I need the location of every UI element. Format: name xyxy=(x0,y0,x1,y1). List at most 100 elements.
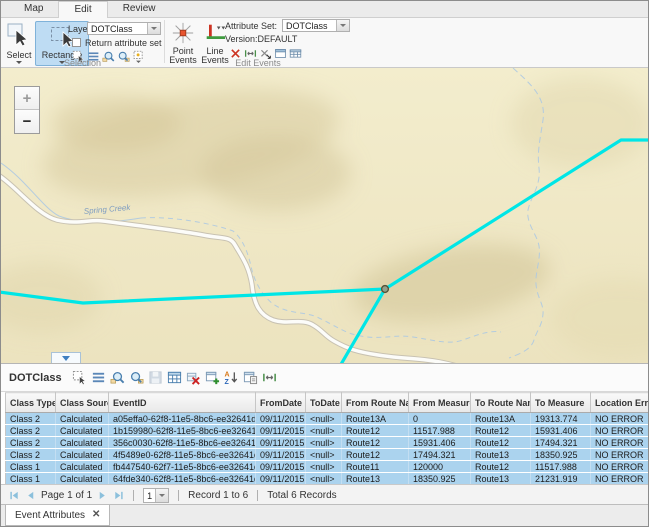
table-cell[interactable]: 11517.988 xyxy=(531,461,591,473)
table-cell[interactable]: Route12 xyxy=(471,461,531,473)
table-cell[interactable]: 09/11/2015 xyxy=(256,437,306,449)
next-page-button[interactable] xyxy=(97,490,108,501)
column-header[interactable]: FromDate xyxy=(256,393,306,413)
table-cell[interactable]: 356c0030-62f8-11e5-8bc6-ee32641d5ec9 xyxy=(109,437,256,449)
measure-records-icon[interactable] xyxy=(262,370,277,385)
table-cell[interactable]: 21231.919 xyxy=(531,473,591,485)
table-cell[interactable]: NO ERROR xyxy=(591,425,649,437)
table-cell[interactable]: 15931.406 xyxy=(409,437,471,449)
table-cell[interactable]: 18350.925 xyxy=(531,449,591,461)
column-header[interactable]: EventID xyxy=(109,393,256,413)
table-cell[interactable]: 17494.321 xyxy=(409,449,471,461)
table-cell[interactable]: 15931.406 xyxy=(531,425,591,437)
table-cell[interactable]: Route12 xyxy=(342,449,409,461)
table-cell[interactable]: Route12 xyxy=(471,425,531,437)
table-cell[interactable]: NO ERROR xyxy=(591,461,649,473)
table-cell[interactable]: Route13 xyxy=(471,449,531,461)
table-cell[interactable]: Class 2 xyxy=(6,413,56,425)
table-cell[interactable]: Calculated xyxy=(56,437,109,449)
close-tab-icon[interactable]: ✕ xyxy=(92,510,100,520)
route-junction-marker[interactable] xyxy=(382,286,389,293)
table-cell[interactable]: 120000 xyxy=(409,461,471,473)
table-cell[interactable]: Route13 xyxy=(342,473,409,485)
table-cell[interactable]: <null> xyxy=(306,473,342,485)
table-cell[interactable]: a05effa0-62f8-11e5-8bc6-ee32641d5ec9 xyxy=(109,413,256,425)
column-header[interactable]: From Route Name xyxy=(342,393,409,413)
previous-page-button[interactable] xyxy=(25,490,36,501)
table-cell[interactable]: Calculated xyxy=(56,425,109,437)
append-records-icon[interactable] xyxy=(205,370,220,385)
table-row[interactable]: Class 2Calculated356c0030-62f8-11e5-8bc6… xyxy=(6,437,649,449)
table-cell[interactable]: 18350.925 xyxy=(409,473,471,485)
table-cell[interactable]: Class 1 xyxy=(6,461,56,473)
column-header[interactable]: Class Type xyxy=(6,393,56,413)
table-cell[interactable]: 09/11/2015 xyxy=(256,413,306,425)
return-attribute-set-checkbox[interactable] xyxy=(72,38,81,47)
table-cell[interactable]: Route11 xyxy=(342,461,409,473)
column-header[interactable]: ToDate xyxy=(306,393,342,413)
table-cell[interactable]: Calculated xyxy=(56,461,109,473)
attribute-set-combobox-arrow-icon[interactable] xyxy=(336,20,349,31)
table-row[interactable]: Class 2Calculateda05effa0-62f8-11e5-8bc6… xyxy=(6,413,649,425)
last-page-button[interactable] xyxy=(113,490,124,501)
page-number-arrow-icon[interactable] xyxy=(155,489,168,502)
sort-records-icon[interactable]: AZ xyxy=(224,370,239,385)
first-page-button[interactable] xyxy=(9,490,20,501)
page-number-dropdown[interactable]: 1 xyxy=(143,488,169,503)
open-table-icon[interactable] xyxy=(167,370,182,385)
table-cell[interactable]: <null> xyxy=(306,461,342,473)
table-cell[interactable]: NO ERROR xyxy=(591,473,649,485)
table-cell[interactable]: <null> xyxy=(306,449,342,461)
column-header[interactable]: Class Source xyxy=(56,393,109,413)
selection-list-icon[interactable] xyxy=(91,370,106,385)
table-cell[interactable]: Class 2 xyxy=(6,425,56,437)
table-row[interactable]: Class 2Calculated1b159980-62f8-11e5-8bc6… xyxy=(6,425,649,437)
attribute-set-combobox[interactable]: DOTClass xyxy=(282,19,350,32)
table-cell[interactable]: 19313.774 xyxy=(531,413,591,425)
table-cell[interactable]: NO ERROR xyxy=(591,449,649,461)
table-cell[interactable]: Class 2 xyxy=(6,437,56,449)
table-cell[interactable]: Route12 xyxy=(342,425,409,437)
table-cell[interactable]: Calculated xyxy=(56,413,109,425)
panel-collapse-button[interactable] xyxy=(51,352,81,363)
layer-combobox[interactable]: DOTClass xyxy=(87,22,161,35)
zoom-in-button[interactable]: + xyxy=(15,87,39,110)
table-options-icon[interactable] xyxy=(243,370,258,385)
select-records-icon[interactable] xyxy=(72,370,87,385)
table-cell[interactable]: 17494.321 xyxy=(531,437,591,449)
tab-map[interactable]: Map xyxy=(9,1,58,17)
delete-records-icon[interactable] xyxy=(186,370,201,385)
table-cell[interactable]: 09/11/2015 xyxy=(256,461,306,473)
table-cell[interactable]: Route13A xyxy=(342,413,409,425)
table-cell[interactable]: 0 xyxy=(409,413,471,425)
tab-edit[interactable]: Edit xyxy=(58,1,107,18)
pan-to-selection-icon[interactable] xyxy=(129,370,144,385)
table-cell[interactable]: Route13A xyxy=(471,413,531,425)
table-cell[interactable]: 09/11/2015 xyxy=(256,425,306,437)
table-row[interactable]: Class 1Calculatedfb447540-62f7-11e5-8bc6… xyxy=(6,461,649,473)
table-row[interactable]: Class 1Calculated64fde340-62f8-11e5-8bc6… xyxy=(6,473,649,485)
zoom-to-selection-icon[interactable] xyxy=(110,370,125,385)
column-header[interactable]: Location Error xyxy=(591,393,649,413)
table-cell[interactable]: <null> xyxy=(306,413,342,425)
table-row[interactable]: Class 2Calculated4f5489e0-62f8-11e5-8bc6… xyxy=(6,449,649,461)
layer-combobox-arrow-icon[interactable] xyxy=(147,23,160,34)
table-cell[interactable]: 09/11/2015 xyxy=(256,473,306,485)
column-header[interactable]: To Route Name xyxy=(471,393,531,413)
table-cell[interactable]: fb447540-62f7-11e5-8bc6-ee32641d5ec9 xyxy=(109,461,256,473)
zoom-out-button[interactable]: − xyxy=(15,110,39,133)
column-header[interactable]: To Measure xyxy=(531,393,591,413)
table-cell[interactable]: NO ERROR xyxy=(591,437,649,449)
column-header[interactable]: From Measure xyxy=(409,393,471,413)
table-cell[interactable]: Route12 xyxy=(471,437,531,449)
table-cell[interactable]: 1b159980-62f8-11e5-8bc6-ee32641d5ec9 xyxy=(109,425,256,437)
table-cell[interactable]: <null> xyxy=(306,425,342,437)
table-cell[interactable]: <null> xyxy=(306,437,342,449)
table-cell[interactable]: Route12 xyxy=(342,437,409,449)
table-cell[interactable]: Class 2 xyxy=(6,449,56,461)
table-cell[interactable]: Class 1 xyxy=(6,473,56,485)
save-edits-icon[interactable] xyxy=(148,370,163,385)
table-cell[interactable]: Calculated xyxy=(56,449,109,461)
table-cell[interactable]: 4f5489e0-62f8-11e5-8bc6-ee32641d5ec9 xyxy=(109,449,256,461)
tab-review[interactable]: Review xyxy=(108,1,171,17)
